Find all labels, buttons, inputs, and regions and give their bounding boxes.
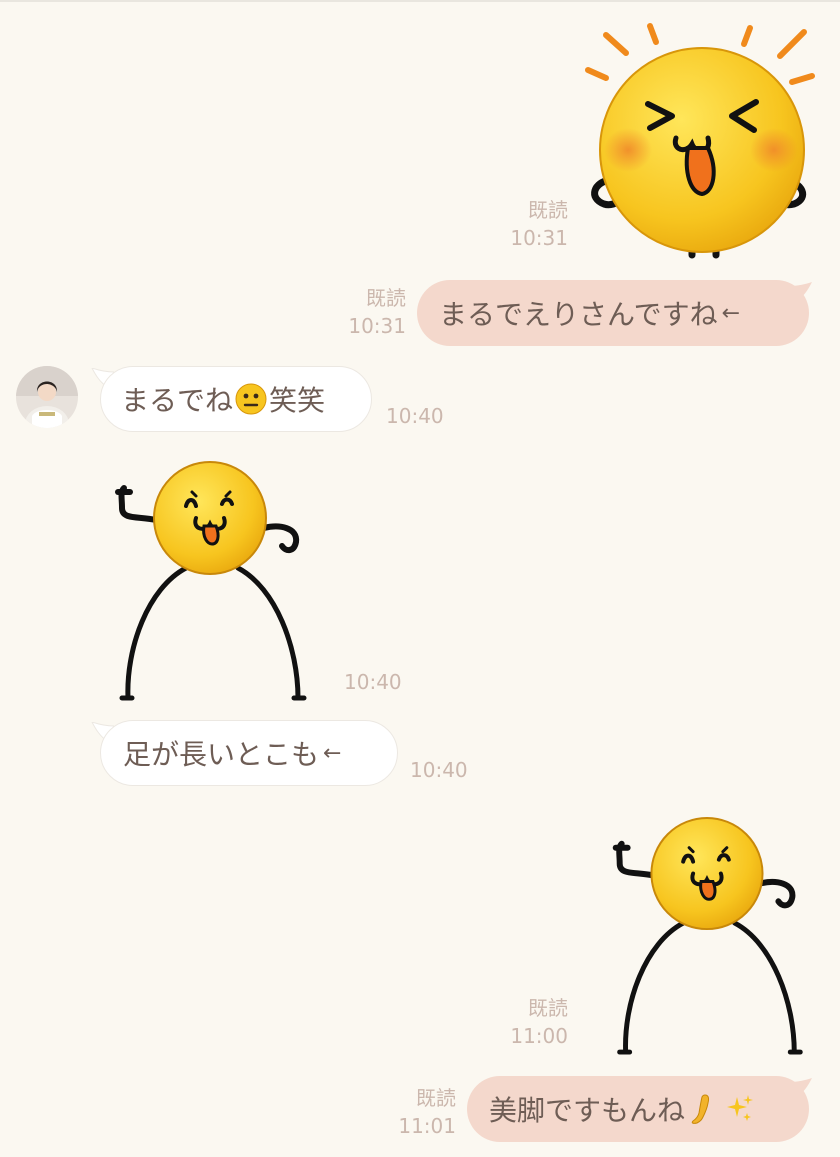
message-suffix: ← [323, 740, 342, 766]
timestamp: 11:01 [398, 1114, 456, 1138]
message-meta: 10:40 [410, 756, 468, 784]
message-meta: 10:40 [386, 402, 444, 430]
top-divider [0, 0, 840, 2]
read-receipt: 既読 [416, 1086, 456, 1110]
message-suffix: ← [721, 300, 741, 326]
message-text: まるでえりさんですね [439, 298, 718, 331]
sent-bubble-tail [790, 282, 812, 302]
sent-bubble-tail [790, 1078, 812, 1098]
message-meta: 既読 11:01 [398, 1084, 456, 1140]
read-receipt: 既読 [528, 198, 568, 222]
timestamp: 11:00 [510, 1024, 568, 1048]
excited-blob-sticker[interactable] [580, 20, 820, 265]
message-text: 美脚ですもんね [489, 1094, 686, 1127]
leg-emoji [691, 1094, 710, 1124]
message-meta: 既読 11:00 [510, 994, 568, 1050]
long-legs-blob-sticker[interactable] [600, 814, 810, 1060]
message-meta: 既読 10:31 [348, 284, 406, 340]
timestamp: 10:40 [410, 758, 468, 782]
neutral-face-emoji [235, 383, 267, 415]
timestamp: 10:40 [344, 670, 402, 694]
timestamp: 10:40 [386, 404, 444, 428]
message-meta: 10:40 [344, 668, 402, 696]
message-text: まるでね [121, 384, 234, 417]
read-receipt: 既読 [528, 996, 568, 1020]
message-meta: 既読 10:31 [510, 196, 568, 252]
sent-message-bubble[interactable]: まるでえりさんですね ← [417, 280, 809, 346]
received-message-bubble[interactable]: まるでね 笑笑 [100, 366, 372, 432]
timestamp: 10:31 [510, 226, 568, 250]
message-text: 笑笑 [269, 384, 326, 417]
received-message-bubble[interactable]: 足が長いとこも ← [100, 720, 398, 786]
sparkles-emoji [727, 1095, 754, 1121]
sent-message-bubble[interactable]: 美脚ですもんね [467, 1076, 809, 1142]
message-text: 足が長いとこも [123, 738, 320, 771]
long-legs-blob-sticker[interactable] [108, 458, 308, 706]
contact-avatar[interactable] [16, 366, 78, 428]
timestamp: 10:31 [348, 314, 406, 338]
read-receipt: 既読 [366, 286, 406, 310]
